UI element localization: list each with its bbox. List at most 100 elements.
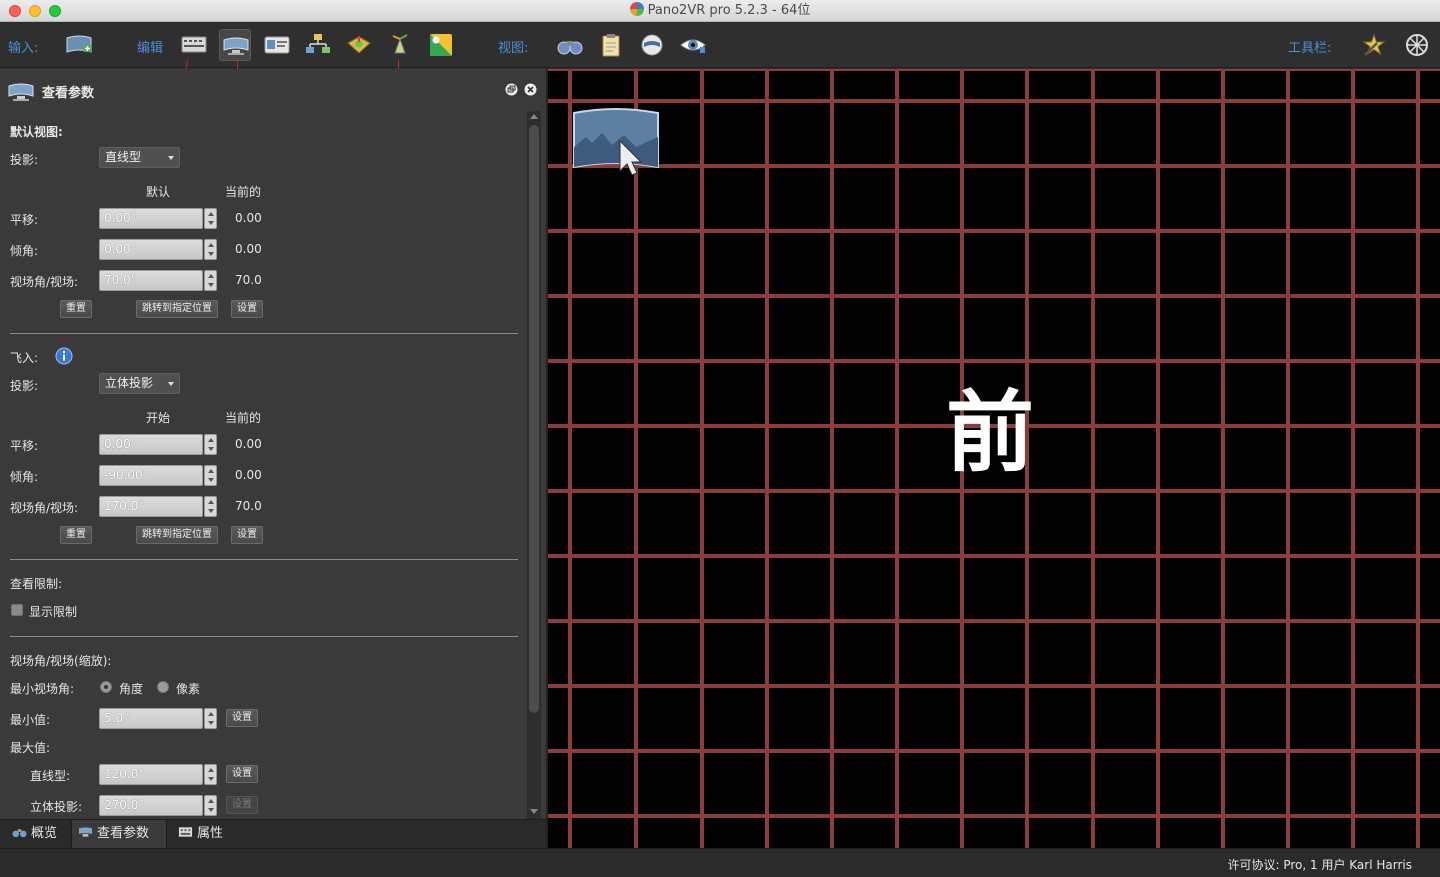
output-icon — [392, 34, 408, 54]
app-logo-icon — [629, 2, 644, 16]
input-panorama-button[interactable] — [63, 29, 95, 61]
tour-browser-button[interactable] — [302, 29, 334, 61]
input-panorama-icon — [66, 35, 92, 53]
viewer-globe-icon — [641, 34, 663, 56]
fly-in-tilt-arrows[interactable] — [204, 465, 217, 486]
divider — [10, 333, 518, 334]
fly-in-fov-stepper[interactable]: 170.0° — [99, 496, 217, 517]
fly-in-reset-button[interactable]: 重置 — [60, 526, 92, 544]
show-limits-checkbox[interactable] — [11, 604, 23, 616]
scroll-up-arrow[interactable] — [530, 114, 538, 119]
panel-header: 查看参数 — [0, 69, 546, 111]
fly-in-tilt-stepper[interactable]: -90.00° — [99, 465, 217, 486]
info-icon[interactable] — [55, 347, 73, 365]
tools-wizard-button[interactable] — [1358, 29, 1390, 61]
fly-in-pan-input[interactable]: 0.00° — [99, 434, 203, 455]
pixel-radio[interactable] — [157, 681, 169, 693]
default-col-current: 当前的 — [225, 185, 262, 199]
rectilinear-arrows[interactable] — [204, 764, 217, 785]
title-bar: Pano2VR pro 5.2.3 - 64位 — [0, 0, 1440, 22]
default-reset-button[interactable]: 重置 — [60, 300, 92, 318]
default-tilt-input[interactable]: 0.00° — [99, 239, 203, 260]
fly-in-pan-current: 0.00 — [235, 437, 262, 451]
default-projection-label: 投影: — [10, 153, 39, 167]
properties-button[interactable] — [178, 29, 210, 61]
user-data-button[interactable] — [261, 29, 293, 61]
license-status: 许可协议: Pro, 1 用户 Karl Harris — [1227, 858, 1412, 872]
window-minimize-button[interactable] — [29, 5, 41, 17]
window-zoom-button[interactable] — [49, 5, 61, 17]
fly-in-col-start: 开始 — [146, 411, 171, 425]
fly-in-pan-stepper[interactable]: 0.00° — [99, 434, 217, 455]
fly-in-jump-button[interactable]: 跳转到指定位置 — [136, 526, 218, 544]
min-value-arrows[interactable] — [204, 708, 217, 729]
stereographic-stepper[interactable]: 270.0° — [99, 795, 217, 816]
degree-radio[interactable] — [100, 681, 112, 693]
output-button[interactable] — [384, 29, 416, 61]
fly-in-projection-select[interactable]: 立体投影 — [99, 373, 180, 394]
default-fov-arrows[interactable] — [204, 270, 217, 291]
rectilinear-stepper[interactable]: 120.0° — [99, 764, 217, 785]
viewer-button[interactable] — [636, 29, 668, 61]
rectilinear-input[interactable]: 120.0° — [99, 764, 203, 785]
scrollbar-thumb[interactable] — [529, 125, 539, 713]
notes-button[interactable] — [595, 29, 627, 61]
preview-button[interactable] — [677, 29, 709, 61]
tab-view-parameters[interactable]: 查看参数 — [71, 820, 167, 849]
view-parameters-panel: 查看参数 默认视图: 投影: 直线型 默认 当前的 平移: 0.00° 0.00… — [0, 69, 546, 848]
panel-tabs: 概览 查看参数 属性 — [0, 819, 546, 849]
panel-scrollbar[interactable] — [527, 111, 541, 819]
tab-overview-label: 概览 — [31, 826, 58, 841]
google-maps-button[interactable] — [425, 29, 457, 61]
pixel-label: 像素 — [176, 682, 201, 696]
default-pan-input[interactable]: 0.00° — [99, 208, 203, 229]
default-tilt-stepper[interactable]: 0.00° — [99, 239, 217, 260]
default-set-button[interactable]: 设置 — [231, 300, 263, 318]
view-parameters-icon — [78, 827, 93, 837]
default-view-section: 默认视图: — [10, 125, 63, 139]
degree-label: 角度 — [119, 682, 144, 696]
fly-in-set-button[interactable]: 设置 — [231, 526, 263, 544]
default-pan-arrows[interactable] — [204, 208, 217, 229]
scroll-down-arrow[interactable] — [530, 809, 538, 814]
map-button[interactable] — [343, 29, 375, 61]
divider — [10, 636, 518, 637]
binoculars-icon — [557, 41, 583, 55]
viewer-face-label: 前 — [946, 381, 1035, 484]
divider — [10, 559, 518, 560]
tab-properties[interactable]: 属性 — [172, 820, 234, 849]
window-close-button[interactable] — [9, 5, 21, 17]
default-projection-select[interactable]: 直线型 — [99, 147, 180, 168]
rectilinear-set-button[interactable]: 设置 — [226, 765, 258, 783]
fly-in-tilt-label: 倾角: — [10, 470, 39, 484]
fly-in-fov-input[interactable]: 170.0° — [99, 496, 203, 517]
view-parameters-button[interactable] — [219, 29, 251, 61]
fly-in-pan-arrows[interactable] — [204, 434, 217, 455]
overview-button[interactable] — [554, 29, 586, 61]
min-set-button[interactable]: 设置 — [226, 709, 258, 727]
default-jump-button[interactable]: 跳转到指定位置 — [136, 300, 218, 318]
default-tilt-arrows[interactable] — [204, 239, 217, 260]
min-value-input[interactable]: 5.0° — [99, 708, 203, 729]
panel-close-icon[interactable] — [524, 83, 537, 96]
default-fov-stepper[interactable]: 70.0° — [99, 270, 217, 291]
fly-in-fov-arrows[interactable] — [204, 496, 217, 517]
fly-in-tilt-input[interactable]: -90.00° — [99, 465, 203, 486]
tab-view-parameters-label: 查看参数 — [97, 826, 150, 841]
panorama-mode-icon — [573, 108, 659, 176]
panorama-viewer[interactable]: 前 — [548, 69, 1440, 848]
fly-in-projection-label: 投影: — [10, 379, 39, 393]
default-pan-stepper[interactable]: 0.00° — [99, 208, 217, 229]
min-value-stepper[interactable]: 5.0° — [99, 708, 217, 729]
settings-button[interactable] — [1401, 29, 1433, 61]
default-tilt-current: 0.00 — [235, 242, 262, 256]
stereographic-arrows[interactable] — [204, 795, 217, 816]
stereographic-input[interactable]: 270.0° — [99, 795, 203, 816]
tour-browser-icon — [306, 34, 330, 53]
fly-in-tilt-current: 0.00 — [235, 468, 262, 482]
view-parameters-icon — [223, 37, 249, 55]
default-fov-input[interactable]: 70.0° — [99, 270, 203, 291]
panel-float-icon[interactable] — [505, 83, 518, 96]
tab-overview[interactable]: 概览 — [6, 820, 70, 849]
magic-wand-icon — [1362, 33, 1386, 56]
